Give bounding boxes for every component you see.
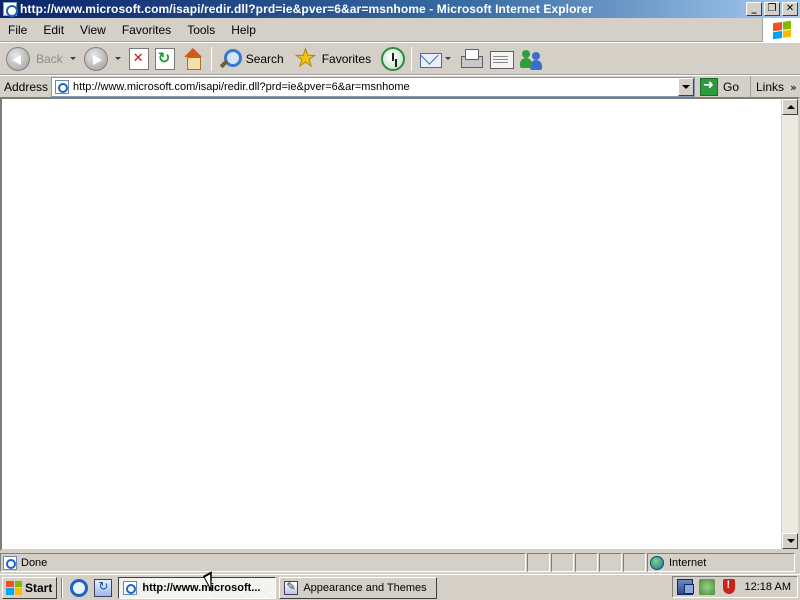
address-label: Address: [4, 79, 49, 94]
forward-button[interactable]: [81, 45, 111, 73]
quicklaunch-separator: [61, 577, 64, 598]
edit-button[interactable]: [486, 45, 516, 73]
start-button[interactable]: Start: [2, 576, 58, 599]
taskbar: Start http://www.microsoft... Appearance…: [0, 574, 800, 600]
back-dropdown-icon[interactable]: [69, 57, 76, 60]
address-dropdown-icon[interactable]: [678, 77, 695, 96]
messenger-button[interactable]: [516, 45, 546, 73]
search-icon: [218, 47, 242, 71]
page-status-icon: [3, 555, 17, 570]
wizard-icon[interactable]: [698, 579, 715, 595]
restore-button[interactable]: ❐: [764, 2, 780, 16]
history-icon: [381, 46, 406, 71]
back-label: Back: [36, 51, 63, 66]
quicklaunch-ie-icon[interactable]: [70, 578, 89, 597]
system-tray: 12:18 AM: [671, 576, 798, 598]
ie-app-icon[interactable]: [3, 2, 18, 17]
security-zone-pane[interactable]: Internet: [647, 553, 795, 572]
menu-bar: File Edit View Favorites Tools Help: [0, 18, 800, 42]
status-main-pane: Done: [0, 553, 526, 572]
address-input[interactable]: http://www.microsoft.com/isapi/redir.dll…: [73, 81, 678, 93]
menu-view[interactable]: View: [72, 23, 114, 37]
window-title: http://www.microsoft.com/isapi/redir.dll…: [20, 2, 593, 16]
menu-help[interactable]: Help: [223, 23, 264, 37]
links-chevron-icon[interactable]: »: [790, 81, 797, 94]
close-button[interactable]: ✕: [782, 2, 798, 16]
status-pane: [623, 553, 646, 572]
mail-icon: [418, 47, 443, 71]
mail-dropdown-icon[interactable]: [445, 57, 452, 60]
links-label: Links: [756, 80, 785, 94]
home-icon: [181, 47, 205, 71]
menu-tools[interactable]: Tools: [179, 23, 223, 37]
taskbar-button-appearance[interactable]: Appearance and Themes: [279, 576, 438, 599]
clock[interactable]: 12:18 AM: [745, 581, 791, 593]
minimize-button[interactable]: _: [746, 2, 762, 16]
ie-page-icon: [123, 580, 138, 595]
go-arrow-icon: [700, 77, 719, 96]
favorites-button[interactable]: Favorites: [291, 44, 374, 73]
menu-favorites[interactable]: Favorites: [114, 23, 179, 37]
search-button[interactable]: Search: [215, 45, 287, 73]
standard-toolbar: Back Search Favorites: [0, 42, 800, 75]
control-panel-icon: [284, 580, 299, 595]
menu-file[interactable]: File: [0, 23, 35, 37]
links-toolbar[interactable]: Links »: [750, 76, 797, 98]
address-bar: Address http://www.microsoft.com/isapi/r…: [0, 75, 800, 98]
task-label: http://www.microsoft...: [142, 581, 261, 594]
go-label: Go: [723, 79, 740, 94]
status-pane: [527, 553, 550, 572]
windows-logo: [762, 18, 800, 42]
back-button[interactable]: Back: [3, 45, 66, 73]
vertical-scrollbar[interactable]: [781, 99, 798, 549]
edit-page-icon: [489, 47, 515, 71]
quicklaunch-show-desktop-icon[interactable]: [94, 578, 113, 597]
printer-icon: [459, 47, 484, 71]
back-arrow-icon: [6, 46, 30, 71]
taskbar-button-ie[interactable]: http://www.microsoft...: [118, 576, 277, 599]
favorites-label: Favorites: [321, 51, 372, 66]
print-button[interactable]: [456, 45, 486, 73]
toolbar-separator: [411, 46, 413, 71]
security-shield-icon[interactable]: [721, 579, 737, 595]
windows-flag-icon: [772, 20, 791, 40]
status-text: Done: [21, 556, 48, 569]
zone-text: Internet: [669, 556, 707, 569]
search-label: Search: [245, 51, 284, 66]
favorites-star-icon: [294, 44, 318, 72]
task-label: Appearance and Themes: [303, 581, 427, 594]
forward-arrow-icon: [83, 46, 108, 71]
history-button[interactable]: [378, 45, 408, 73]
status-pane: [551, 553, 574, 572]
title-bar[interactable]: http://www.microsoft.com/isapi/redir.dll…: [0, 0, 800, 18]
status-bar: Done Internet: [0, 552, 800, 573]
mail-button[interactable]: [415, 45, 445, 73]
status-pane: [599, 553, 622, 572]
windows-flag-icon: [6, 580, 22, 595]
internet-globe-icon: [650, 555, 664, 570]
forward-dropdown-icon[interactable]: [114, 57, 121, 60]
stop-icon: [128, 47, 149, 70]
refresh-icon: [154, 47, 175, 70]
home-button[interactable]: [178, 45, 208, 73]
toolbar-separator: [210, 46, 212, 71]
go-button[interactable]: Go: [700, 77, 740, 96]
messenger-icon: [519, 47, 543, 71]
start-label: Start: [25, 580, 53, 595]
network-icon[interactable]: [676, 579, 694, 595]
scroll-up-icon[interactable]: [782, 99, 798, 115]
page-icon: [55, 79, 70, 94]
stop-button[interactable]: [126, 45, 152, 73]
address-field[interactable]: http://www.microsoft.com/isapi/redir.dll…: [51, 76, 696, 97]
scroll-down-icon[interactable]: [782, 533, 798, 549]
menu-edit[interactable]: Edit: [35, 23, 72, 37]
page-content[interactable]: [0, 97, 800, 551]
refresh-button[interactable]: [152, 45, 178, 73]
status-pane: [575, 553, 598, 572]
window-controls: _ ❐ ✕: [746, 2, 798, 16]
